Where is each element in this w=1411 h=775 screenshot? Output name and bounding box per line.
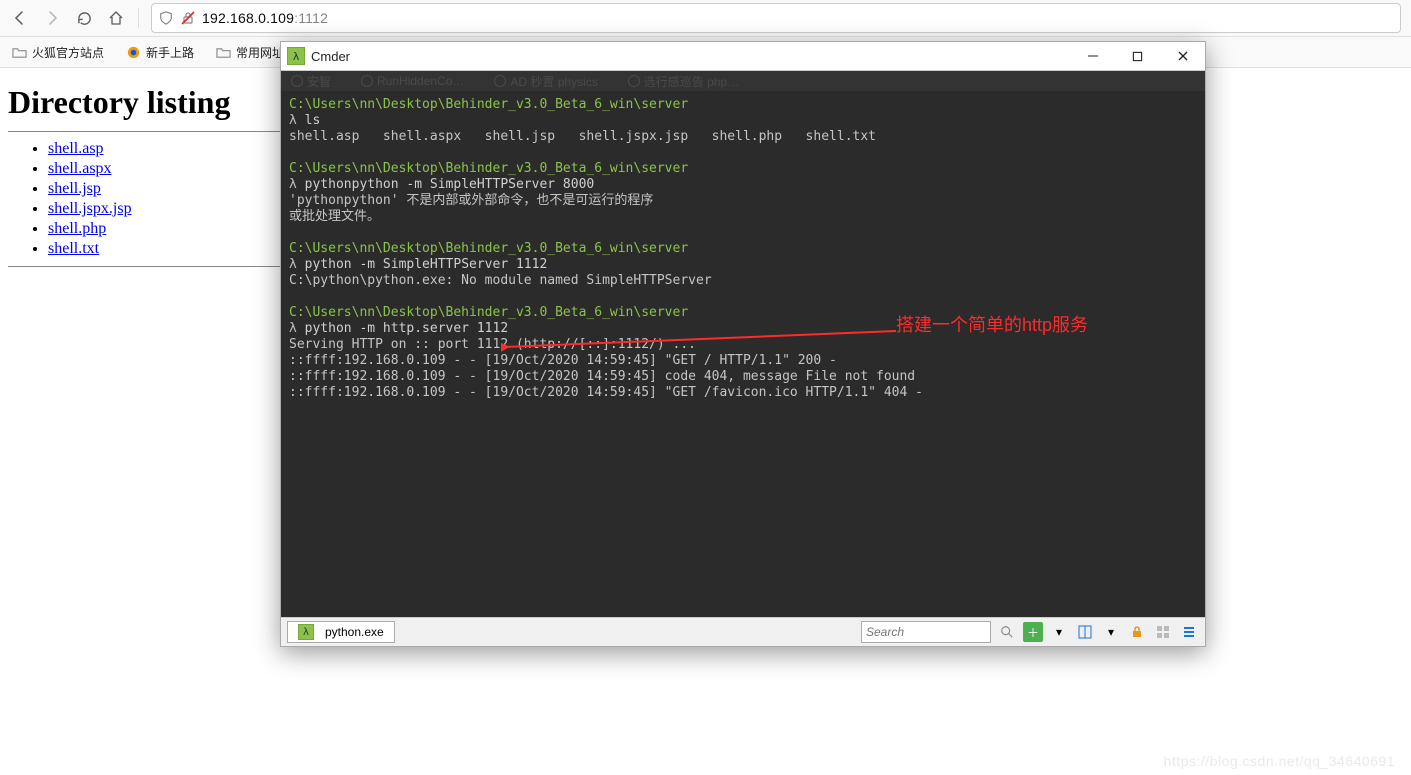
folder-icon [216,45,231,60]
address-bar[interactable]: 192.168.0.109:1112 [151,3,1401,33]
bookmark-getting-started[interactable]: 新手上路 [120,41,200,64]
cmder-window: λ Cmder 安智 RunHiddenCo… AD 秒置 physics 选行感巡告… [280,41,1206,647]
annotation-text: 搭建一个简单的http服务 [896,317,1088,333]
lock-icon[interactable] [1127,622,1147,642]
folder-icon [12,45,27,60]
window-minimize-button[interactable] [1070,42,1115,70]
cmder-logo-icon: λ [287,47,305,65]
nav-forward-button[interactable] [38,4,66,32]
terminal-line [289,145,1197,161]
bookmark-common-sites[interactable]: 常用网址 [210,41,290,64]
cmder-titlebar[interactable]: λ Cmder [281,42,1205,71]
terminal-line: C:\Users\nn\Desktop\Behinder_v3.0_Beta_6… [289,161,1197,177]
cmder-terminal[interactable]: C:\Users\nn\Desktop\Behinder_v3.0_Beta_6… [281,91,1205,617]
cmder-ghost-tab: RunHiddenCo… [361,74,464,88]
terminal-line: λ pythonpython -m SimpleHTTPServer 8000 [289,177,1197,193]
cmder-status-bar: λ python.exe ＋ ▾ ▾ [281,617,1205,646]
shield-icon[interactable] [158,10,174,26]
ghost-tab-label: RunHiddenCo… [377,74,464,88]
ghost-tab-label: 选行感巡告 php… [644,73,739,90]
terminal-line: C:\Users\nn\Desktop\Behinder_v3.0_Beta_6… [289,241,1197,257]
cmder-tab-label: python.exe [325,625,384,639]
terminal-line: λ ls [289,113,1197,129]
terminal-line: 或批处理文件。 [289,209,1197,225]
cmder-ghost-tab: 选行感巡告 php… [628,73,739,90]
grid-icon[interactable] [1153,622,1173,642]
file-link[interactable]: shell.php [48,220,106,237]
dropdown-icon[interactable]: ▾ [1049,622,1069,642]
cmder-ghost-tabstrip: 安智 RunHiddenCo… AD 秒置 physics 选行感巡告 php… [281,71,1205,91]
bookmark-firefox-official[interactable]: 火狐官方站点 [6,41,110,64]
terminal-line [289,289,1197,305]
terminal-line: C:\Users\nn\Desktop\Behinder_v3.0_Beta_6… [289,97,1197,113]
window-maximize-button[interactable] [1115,42,1160,70]
cmder-title: Cmder [311,49,350,64]
lock-insecure-icon[interactable] [180,10,196,26]
file-link[interactable]: shell.jsp [48,180,101,197]
cmder-ghost-tab: 安智 [291,73,331,90]
nav-reload-button[interactable] [70,4,98,32]
menu-icon[interactable] [1179,622,1199,642]
bookmark-label: 常用网址 [236,44,284,61]
ghost-tab-label: 安智 [307,73,331,90]
nav-home-button[interactable] [102,4,130,32]
terminal-line: 'pythonpython' 不是内部或外部命令，也不是可运行的程序 [289,193,1197,209]
cmder-search-input[interactable] [861,621,991,643]
ghost-tab-label: AD 秒置 physics [510,73,597,90]
nav-back-button[interactable] [6,4,34,32]
terminal-line: ::ffff:192.168.0.109 - - [19/Oct/2020 14… [289,353,1197,369]
circle-icon [628,75,640,87]
circle-icon [494,75,506,87]
terminal-line: λ python -m SimpleHTTPServer 1112 [289,257,1197,273]
cmder-active-tab[interactable]: λ python.exe [287,621,395,643]
terminal-line: Serving HTTP on :: port 1112 (http://[::… [289,337,1197,353]
terminal-line: ::ffff:192.168.0.109 - - [19/Oct/2020 14… [289,385,1197,401]
dropdown-icon[interactable]: ▾ [1101,622,1121,642]
terminal-line: shell.asp shell.aspx shell.jsp shell.jsp… [289,129,1197,145]
terminal-line: C:\python\python.exe: No module named Si… [289,273,1197,289]
terminal-line: ::ffff:192.168.0.109 - - [19/Oct/2020 14… [289,369,1197,385]
file-link[interactable]: shell.txt [48,240,99,257]
bookmark-label: 新手上路 [146,44,194,61]
cmder-logo-icon: λ [298,624,314,640]
terminal-line [289,225,1197,241]
new-tab-icon[interactable]: ＋ [1023,622,1043,642]
cmder-ghost-tab: AD 秒置 physics [494,73,597,90]
bookmark-label: 火狐官方站点 [32,44,104,61]
panel-layout-icon[interactable] [1075,622,1095,642]
toolbar-separator [138,8,139,28]
browser-toolbar: 192.168.0.109:1112 [0,0,1411,37]
circle-icon [291,75,303,87]
watermark-text: https://blog.csdn.net/qq_34640691 [1164,753,1395,769]
search-icon[interactable] [997,622,1017,642]
file-link[interactable]: shell.asp [48,140,104,157]
file-link[interactable]: shell.jspx.jsp [48,200,132,217]
file-link[interactable]: shell.aspx [48,160,112,177]
firefox-icon [126,45,141,60]
circle-icon [361,75,373,87]
window-close-button[interactable] [1160,42,1205,70]
url-text: 192.168.0.109:1112 [202,10,328,26]
